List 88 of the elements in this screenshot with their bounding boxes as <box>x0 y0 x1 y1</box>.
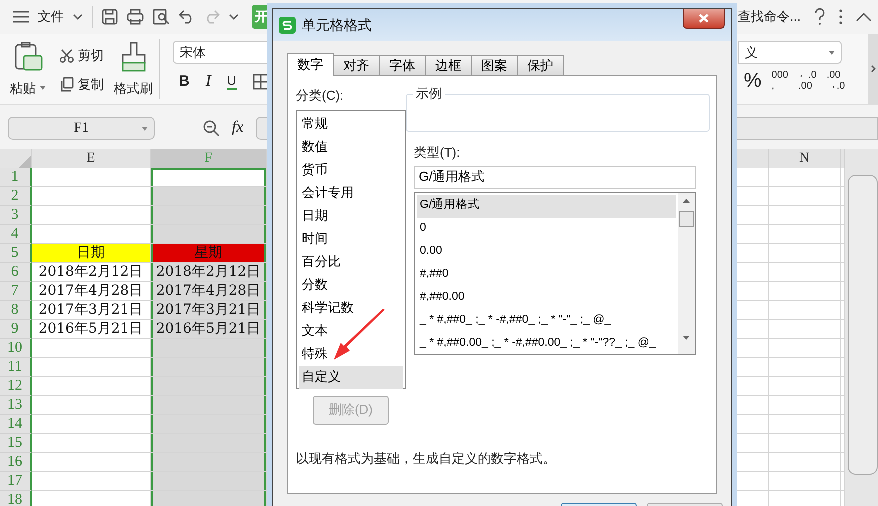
description-text: 以现有格式为基础，生成自定义的数字格式。 <box>296 450 557 468</box>
chevron-right-icon[interactable] <box>870 65 876 73</box>
caret-icon[interactable] <box>73 14 83 20</box>
category-item[interactable]: 特殊 <box>299 342 403 366</box>
type-item[interactable]: _ * #,##0_ ;_ * -#,##0_ ;_ * "-"_ ;_ @_ <box>417 310 676 332</box>
tab[interactable]: 数字 <box>287 53 334 76</box>
scroll-up-icon[interactable] <box>683 198 690 202</box>
table-cell: 2018年2月12日 <box>32 263 151 282</box>
brush-icon[interactable] <box>120 42 146 72</box>
function-button[interactable]: fx <box>232 116 244 140</box>
search-field[interactable]: 查找命令... <box>738 7 801 27</box>
more-icon[interactable] <box>839 9 843 25</box>
zoom-icon[interactable] <box>203 120 220 136</box>
bold-button[interactable]: B <box>179 70 190 94</box>
category-item[interactable]: 文本 <box>299 320 403 342</box>
close-button[interactable] <box>683 9 725 29</box>
category-item[interactable]: 科学记数 <box>299 296 403 320</box>
table-cell: 2016年5月21日 <box>151 320 267 339</box>
category-item[interactable]: 百分比 <box>299 250 403 274</box>
scrollbar[interactable] <box>678 192 695 354</box>
table-cell: 2017年4月28日 <box>151 282 267 301</box>
scissors-icon[interactable] <box>60 48 74 63</box>
tab[interactable]: 字体 <box>379 55 426 75</box>
caret-icon[interactable] <box>829 50 835 54</box>
tab[interactable]: 边框 <box>425 55 472 75</box>
type-item[interactable]: #,##0.00 <box>417 286 676 310</box>
table-cell: 2018年2月12日 <box>151 263 267 282</box>
sample-label: 示例 <box>413 86 445 102</box>
print-icon[interactable] <box>127 9 144 25</box>
table-cell: 2016年5月21日 <box>32 320 151 339</box>
border-icon[interactable] <box>252 74 269 90</box>
name-box[interactable]: F1 <box>8 116 155 140</box>
column-header[interactable]: N <box>769 149 841 168</box>
column-header[interactable]: E <box>32 149 151 168</box>
tab[interactable]: 图案 <box>471 55 518 75</box>
category-label: 分类(C): <box>296 87 345 105</box>
copy-icon[interactable] <box>60 76 74 92</box>
app-logo-icon <box>279 16 296 34</box>
type-item[interactable]: G/通用格式 <box>417 194 676 218</box>
underline-button[interactable]: U <box>227 74 237 90</box>
dialog-title: 单元格格式 <box>302 16 372 34</box>
corner-triangle-icon <box>19 156 31 168</box>
type-item[interactable]: 0 <box>417 218 676 240</box>
paste-button[interactable]: 粘贴 <box>10 78 36 98</box>
category-item[interactable]: 货币 <box>299 158 403 182</box>
caret-icon[interactable] <box>229 14 239 20</box>
cut-button[interactable]: 剪切 <box>78 46 104 66</box>
type-item[interactable]: _ * #,##0.00_ ;_ * -#,##0.00_ ;_ * "-"??_ ;_ @_ <box>417 332 676 354</box>
paste-icon[interactable] <box>13 42 43 72</box>
category-item[interactable]: 自定义 <box>299 366 403 388</box>
table-cell: 2017年4月28日 <box>32 282 151 301</box>
file-menu[interactable]: 文件 <box>38 7 64 27</box>
scroll-thumb[interactable] <box>679 210 694 226</box>
type-field[interactable]: G/通用格式 <box>414 166 696 188</box>
copy-button[interactable]: 复制 <box>78 74 104 94</box>
menu-icon[interactable] <box>13 11 29 23</box>
category-item[interactable]: 时间 <box>299 228 403 250</box>
collapse-icon[interactable] <box>856 12 872 22</box>
help-icon[interactable] <box>814 8 826 26</box>
tab[interactable]: 对齐 <box>333 55 380 75</box>
category-item[interactable]: 常规 <box>299 112 403 136</box>
number-format-button[interactable]: .00 →.0 <box>826 70 846 92</box>
print-preview-icon[interactable] <box>153 9 170 25</box>
category-item[interactable]: 数值 <box>299 136 403 158</box>
table-cell: 星期 <box>151 244 267 263</box>
tab[interactable]: 保护 <box>517 55 564 75</box>
number-format-field[interactable]: 义 <box>738 41 842 64</box>
category-item[interactable]: 日期 <box>299 204 403 228</box>
caret-icon[interactable] <box>142 126 148 130</box>
italic-button[interactable]: I <box>206 70 212 94</box>
type-list[interactable]: G/通用格式 0 0.00 #,##0 #,##0.00 _ * #,##0_ ;_ * -#,##0_ ;_ * "-"_ ;_ @_ _ * #,##0.00_ ;_ * -#,##0.00_ ;_ * "-"??_ ;_ @_ <box>414 192 696 354</box>
table-cell: 日期 <box>32 244 151 263</box>
table-cell: 2017年3月21日 <box>32 301 151 320</box>
number-format-button[interactable]: % <box>744 70 762 92</box>
category-item[interactable]: 分数 <box>299 274 403 296</box>
category-list[interactable]: 常规 数值 货币 会计专用 日期 时间 百分比 分数 科学记数 文本 特殊 自定义 <box>296 110 406 388</box>
number-format-button[interactable]: ←.0 .00 <box>798 70 817 92</box>
number-format-button[interactable]: 000 , <box>772 70 788 92</box>
close-icon[interactable] <box>699 14 709 23</box>
type-label: 类型(T): <box>414 144 462 162</box>
caret-icon[interactable] <box>40 86 46 90</box>
type-item[interactable]: 0.00 <box>417 240 676 264</box>
type-item[interactable]: #,##0 <box>417 264 676 286</box>
save-icon[interactable] <box>102 9 118 25</box>
scrollbar[interactable] <box>845 149 878 506</box>
table-cell: 2017年3月21日 <box>151 301 267 320</box>
format-painter-button[interactable]: 格式刷 <box>114 78 153 98</box>
category-item[interactable]: 会计专用 <box>299 182 403 204</box>
